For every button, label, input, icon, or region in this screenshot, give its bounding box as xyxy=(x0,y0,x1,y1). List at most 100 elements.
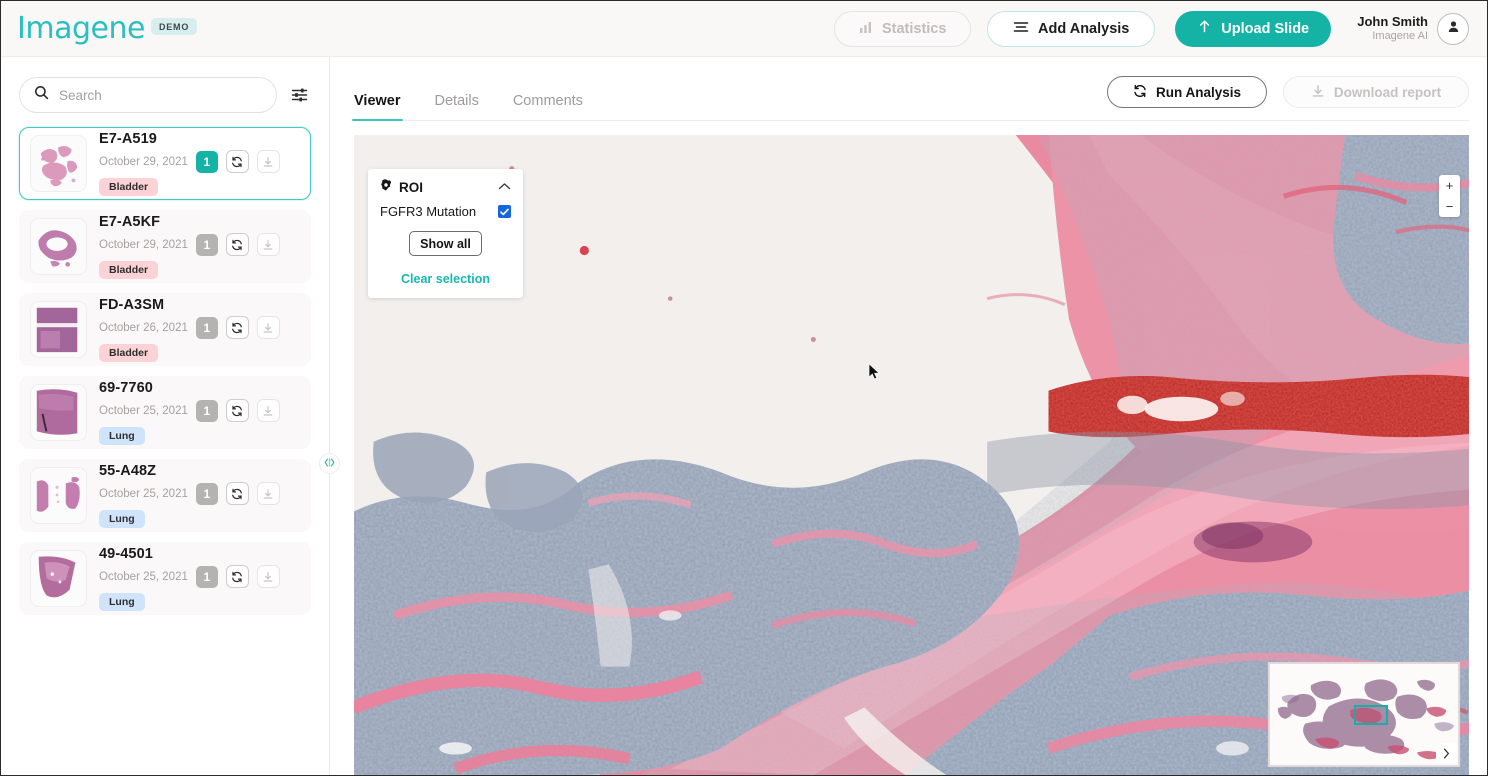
mouse-pointer-icon xyxy=(868,362,880,385)
slide-tissue-tag: Lung xyxy=(99,510,145,528)
sidebar-collapse-handle[interactable] xyxy=(319,453,340,474)
slide-id: E7-A5KF xyxy=(99,214,161,230)
slide-download-button[interactable] xyxy=(256,482,280,505)
run-analysis-label: Run Analysis xyxy=(1155,84,1242,100)
tab-comments[interactable]: Comments xyxy=(513,93,583,120)
slide-download-button[interactable] xyxy=(256,399,280,422)
slide-download-button[interactable] xyxy=(256,150,280,173)
slide-card-body: E7-A519 October 29, 2021 1 Bladder xyxy=(99,131,300,196)
slide-meta-row: October 26, 2021 1 xyxy=(99,316,300,339)
slide-card-69-7760[interactable]: 69-7760 October 25, 2021 1 Lung xyxy=(19,376,311,449)
slide-id: 49-4501 xyxy=(99,546,153,562)
search-input[interactable] xyxy=(59,87,262,103)
slide-analysis-count[interactable]: 1 xyxy=(195,482,218,505)
slide-sync-button[interactable] xyxy=(225,150,249,173)
demo-badge: DEMO xyxy=(150,17,198,35)
gear-icon xyxy=(380,178,392,196)
chevron-right-icon xyxy=(1443,748,1450,759)
slide-thumbnail xyxy=(30,218,87,275)
slide-date: October 26, 2021 xyxy=(99,321,188,334)
bar-chart-icon xyxy=(859,20,873,38)
user-names: John Smith Imagene AI xyxy=(1357,14,1428,44)
slide-sync-button[interactable] xyxy=(225,233,249,256)
slide-card-55-a48z[interactable]: 55-A48Z October 25, 2021 1 Lung xyxy=(19,459,311,532)
brand-logo[interactable]: Imagene DEMO xyxy=(17,10,198,46)
roi-item-label: FGFR3 Mutation xyxy=(380,204,477,219)
slides-sidebar: E7-A519 October 29, 2021 1 Bladder E7-A5KF Oc… xyxy=(1,57,340,775)
upload-slide-label: Upload Slide xyxy=(1221,20,1310,37)
slide-id: 69-7760 xyxy=(99,380,153,396)
zoom-out-button[interactable]: − xyxy=(1439,196,1460,217)
roi-panel: ROI FGFR3 Mutation Show all Clear select… xyxy=(368,169,523,298)
user-menu[interactable]: John Smith Imagene AI xyxy=(1357,12,1469,45)
slide-thumbnail xyxy=(30,301,87,358)
add-analysis-button[interactable]: Add Analysis xyxy=(987,10,1156,47)
slide-card-body: FD-A3SM October 26, 2021 1 Bladder xyxy=(99,297,300,362)
roi-item-checkbox[interactable] xyxy=(498,205,511,218)
slide-download-button[interactable] xyxy=(256,233,280,256)
slide-date: October 29, 2021 xyxy=(99,155,188,168)
statistics-button[interactable]: Statistics xyxy=(834,10,972,47)
logo-text: Imagene xyxy=(17,10,145,46)
avatar[interactable] xyxy=(1437,12,1469,45)
slide-card-body: 69-7760 October 25, 2021 1 Lung xyxy=(99,380,300,445)
zoom-in-button[interactable]: + xyxy=(1439,175,1460,196)
user-name: John Smith xyxy=(1357,13,1428,29)
slide-analysis-count[interactable]: 1 xyxy=(195,316,218,339)
tab-viewer[interactable]: Viewer xyxy=(352,93,402,121)
tab-details[interactable]: Details xyxy=(435,93,479,120)
filter-lines-icon xyxy=(1013,20,1029,38)
app-header: Imagene DEMO Statistics Add Analysis Upl… xyxy=(1,1,1487,57)
upload-slide-button[interactable]: Upload Slide xyxy=(1175,10,1332,47)
show-all-button[interactable]: Show all xyxy=(409,231,482,256)
slide-date: October 25, 2021 xyxy=(99,404,188,417)
user-org: Imagene AI xyxy=(1372,29,1428,42)
slide-analysis-count[interactable]: 1 xyxy=(195,150,218,173)
slide-card-body: E7-A5KF October 29, 2021 1 Bladder xyxy=(99,214,300,279)
slide-card-49-4501[interactable]: 49-4501 October 25, 2021 1 Lung xyxy=(19,542,311,615)
collapse-expand-icon xyxy=(322,455,337,473)
slide-sync-button[interactable] xyxy=(225,565,249,588)
slide-sync-button[interactable] xyxy=(225,399,249,422)
roi-title: ROI xyxy=(399,179,424,195)
slide-id: 55-A48Z xyxy=(99,463,157,479)
slide-analysis-count[interactable]: 1 xyxy=(195,565,218,588)
app-root: Imagene DEMO Statistics Add Analysis Upl… xyxy=(0,0,1488,776)
slide-meta-row: October 25, 2021 1 xyxy=(99,399,300,422)
slide-download-button[interactable] xyxy=(256,565,280,588)
slide-date: October 25, 2021 xyxy=(99,487,188,500)
minimap-viewport-rect[interactable] xyxy=(1354,705,1388,725)
tab-bar: Viewer Details Comments xyxy=(352,93,583,121)
slide-card-e7-a519[interactable]: E7-A519 October 29, 2021 1 Bladder xyxy=(19,127,311,200)
download-report-label: Download report xyxy=(1333,84,1442,100)
person-icon xyxy=(1446,19,1461,39)
chevron-up-icon[interactable] xyxy=(498,178,511,196)
slide-card-body: 49-4501 October 25, 2021 1 Lung xyxy=(99,546,300,611)
slide-viewer[interactable]: ROI FGFR3 Mutation Show all Clear select… xyxy=(354,135,1469,775)
search-icon xyxy=(34,85,49,105)
zoom-controls: + − xyxy=(1439,175,1460,217)
main-toolbar: Viewer Details Comments Run Analysis Dow… xyxy=(352,71,1469,121)
slide-download-button[interactable] xyxy=(256,316,280,339)
slide-analysis-count[interactable]: 1 xyxy=(195,233,218,256)
slide-thumbnail xyxy=(30,384,87,441)
slide-analysis-count[interactable]: 1 xyxy=(195,399,218,422)
clear-selection-link[interactable]: Clear selection xyxy=(380,272,511,286)
slide-card-e7-a5kf[interactable]: E7-A5KF October 29, 2021 1 Bladder xyxy=(19,210,311,283)
run-analysis-button[interactable]: Run Analysis xyxy=(1107,76,1267,108)
search-row xyxy=(19,77,311,113)
minimap-navigator[interactable] xyxy=(1268,662,1460,767)
download-report-button[interactable]: Download report xyxy=(1283,76,1469,108)
upload-arrow-icon xyxy=(1197,19,1212,38)
app-body: E7-A519 October 29, 2021 1 Bladder E7-A5KF Oc… xyxy=(1,57,1487,775)
slide-card-fd-a3sm[interactable]: FD-A3SM October 26, 2021 1 Bladder xyxy=(19,293,311,366)
roi-item-fgfr3[interactable]: FGFR3 Mutation xyxy=(380,204,511,219)
minimap-expand-button[interactable] xyxy=(1436,743,1456,763)
search-box[interactable] xyxy=(19,77,277,113)
slide-tissue-tag: Bladder xyxy=(99,344,159,362)
download-icon xyxy=(1311,84,1325,101)
slide-sync-button[interactable] xyxy=(225,316,249,339)
sliders-filter-icon[interactable] xyxy=(287,83,311,107)
slide-sync-button[interactable] xyxy=(225,482,249,505)
slide-card-body: 55-A48Z October 25, 2021 1 Lung xyxy=(99,463,300,528)
